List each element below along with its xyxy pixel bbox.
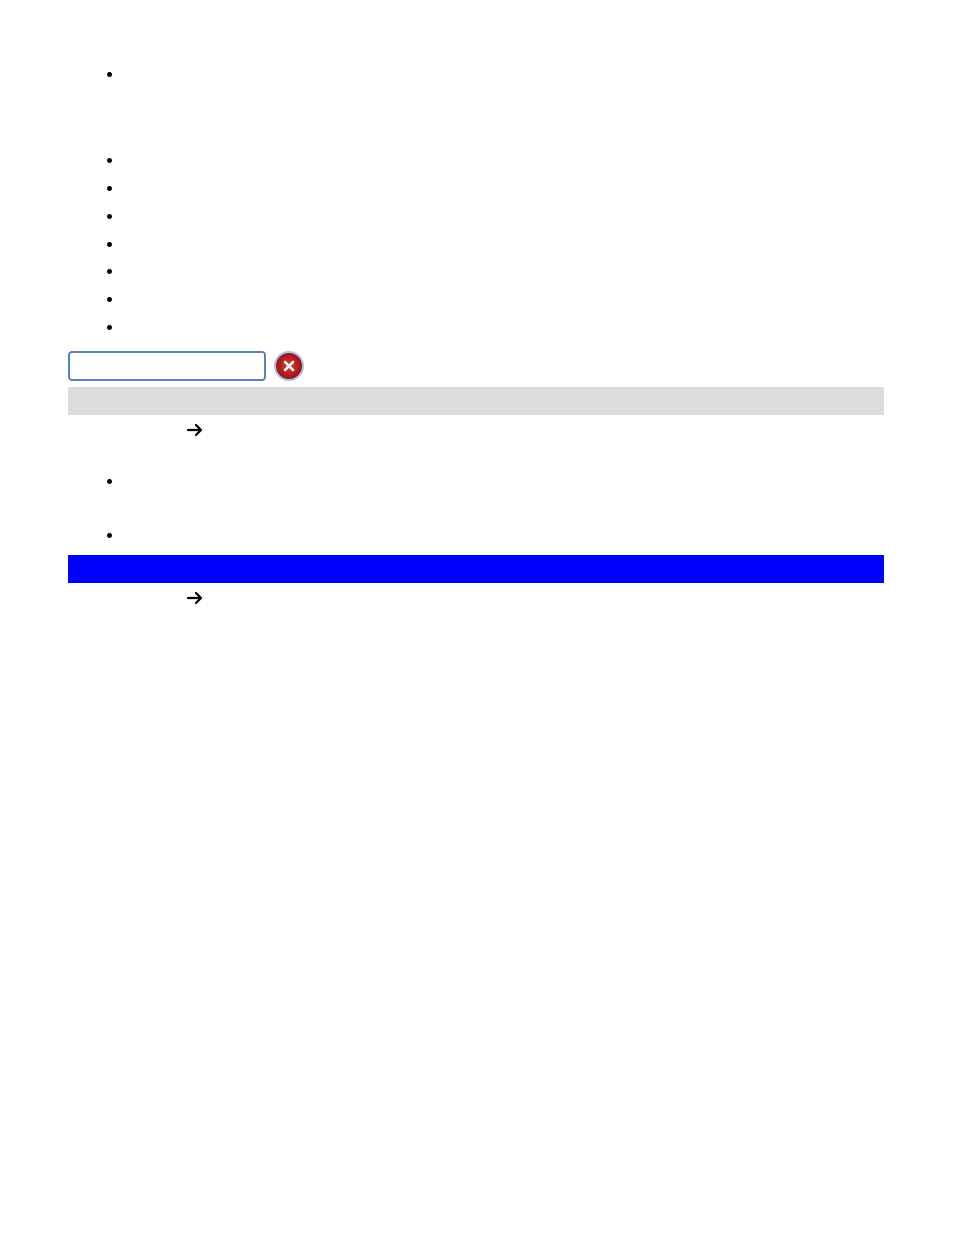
arrow-right-icon [186, 589, 204, 611]
mega-list [68, 467, 884, 495]
arrow-right-icon [186, 421, 204, 443]
main-nav-list-2 [68, 146, 884, 341]
nav-item[interactable] [124, 60, 884, 88]
nav-item[interactable] [124, 313, 884, 341]
mega-section-fineprint [180, 449, 884, 461]
clear-search-button[interactable] [274, 351, 304, 381]
mega-section-fineprint [180, 617, 884, 629]
nav-item[interactable] [124, 174, 884, 202]
mega-list [68, 521, 884, 549]
mega-section-bar[interactable] [68, 387, 884, 415]
mega-section [68, 387, 884, 549]
main-nav-list [68, 60, 884, 88]
search-input[interactable] [68, 351, 266, 381]
mega-section-button[interactable] [180, 589, 884, 611]
mega-list-item[interactable] [124, 467, 884, 495]
nav-item[interactable] [124, 146, 884, 174]
mega-list-item[interactable] [124, 521, 884, 549]
nav-item[interactable] [124, 230, 884, 258]
nav-item[interactable] [124, 202, 884, 230]
nav-item[interactable] [124, 257, 884, 285]
mega-section-bar[interactable] [68, 555, 884, 583]
search-wrap [68, 351, 884, 381]
mega-section-button[interactable] [180, 421, 884, 443]
close-icon [282, 359, 296, 373]
mega-section [68, 555, 884, 629]
nav-item[interactable] [124, 285, 884, 313]
